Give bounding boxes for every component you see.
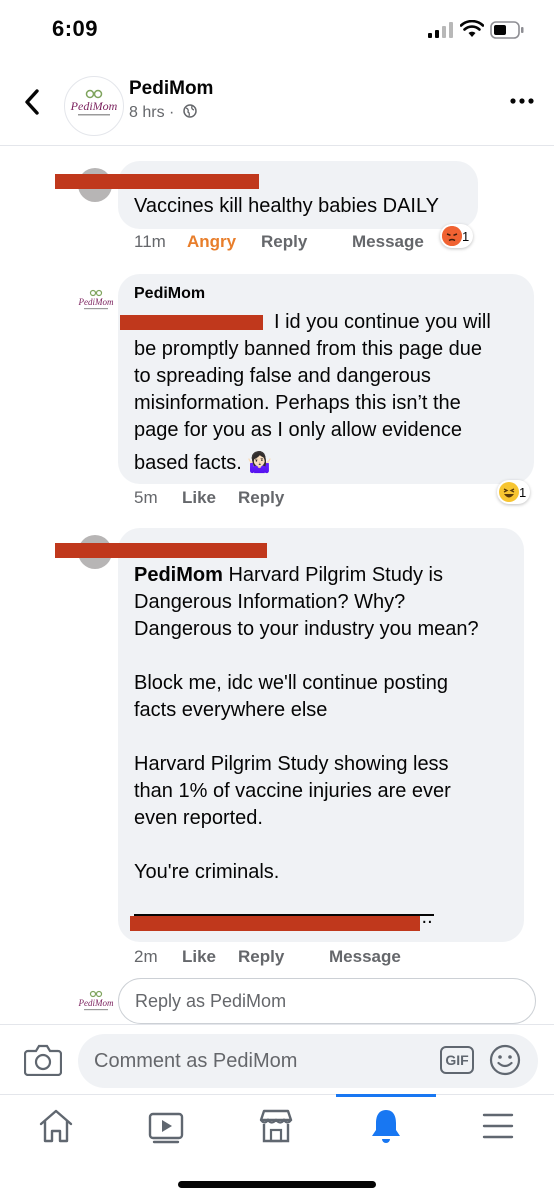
angry-reaction-button[interactable]: Angry <box>187 232 236 252</box>
reply-placeholder: Reply as PediMom <box>135 990 287 1011</box>
comment-time: 5m <box>134 488 158 507</box>
pedimom-logo: PediMom <box>70 89 118 116</box>
comment-time: 2m <box>134 947 158 966</box>
comment-line: facts everywhere else <box>134 699 328 721</box>
like-button[interactable]: Like <box>182 947 216 967</box>
marketplace-icon[interactable] <box>256 1106 296 1146</box>
composer-divider <box>0 1024 554 1025</box>
comment-actions: 2m Like Reply Message <box>134 947 534 971</box>
message-button[interactable]: Message <box>352 232 424 252</box>
home-indicator <box>178 1181 376 1188</box>
comment-line: based facts. 🤷🏻‍♀️ <box>134 452 273 474</box>
reaction-badge[interactable]: 1 <box>497 480 531 504</box>
notifications-bell-icon[interactable] <box>366 1106 406 1146</box>
comment-line: Harvard Pilgrim Study is <box>222 564 443 586</box>
wifi-icon <box>460 20 484 37</box>
comment-line: than 1% of vaccine injuries are ever <box>134 780 451 802</box>
like-button[interactable]: Like <box>182 488 216 508</box>
pedimom-small-avatar: PediMom <box>78 990 114 1011</box>
logo-text: PediMom <box>78 998 114 1008</box>
comment-time: 11m <box>134 232 166 251</box>
reply-button[interactable]: Reply <box>238 947 284 967</box>
comment-bubble: PediMom Harvard Pilgrim Study is Dangero… <box>118 528 524 942</box>
redaction-bar <box>55 543 267 558</box>
post-meta: 8 hrs · <box>129 104 197 122</box>
status-time: 6:09 <box>52 16 99 41</box>
more-options-icon[interactable] <box>510 98 534 104</box>
camera-icon[interactable] <box>24 1042 62 1076</box>
globe-icon <box>183 104 197 118</box>
comment-line: Block me, idc we'll continue posting <box>134 672 448 694</box>
comment-line: to spreading false and dangerous <box>134 365 431 387</box>
comment-bubble: PediMom I id you continue you will be pr… <box>118 274 534 484</box>
battery-icon <box>490 21 524 39</box>
comment-line: even reported. <box>134 807 263 829</box>
comment-author[interactable]: PediMom <box>134 285 205 303</box>
redaction-bar <box>120 315 263 330</box>
page-name[interactable]: PediMom <box>129 78 213 100</box>
comment-actions: 5m Like Reply <box>134 488 434 512</box>
home-icon[interactable] <box>36 1106 76 1146</box>
reply-input[interactable]: Reply as PediMom <box>118 978 536 1024</box>
back-arrow-icon[interactable] <box>22 88 42 116</box>
reply-button[interactable]: Reply <box>238 488 284 508</box>
comment-text: Vaccines kill healthy babies DAILY <box>134 195 439 217</box>
message-button[interactable]: Message <box>329 947 401 967</box>
comment-bubble: Vaccines kill healthy babies DAILY <box>118 161 478 229</box>
reaction-badge[interactable]: 1 <box>440 224 474 248</box>
post-time: 8 hrs · <box>129 104 175 121</box>
comment-line: misinformation. Perhaps this isn’t the <box>134 392 461 414</box>
emoji-icon[interactable] <box>489 1044 521 1076</box>
cellular-signal-icon <box>428 22 453 38</box>
comment-line: Dangerous Information? Why? <box>134 591 406 613</box>
active-tab-indicator <box>336 1094 436 1097</box>
comment-actions: 11m Angry Reply Message <box>134 232 534 256</box>
page-avatar[interactable]: PediMom <box>64 76 124 136</box>
redaction-bar <box>55 174 259 189</box>
comment-line: be promptly banned from this page due <box>134 338 482 360</box>
header-divider <box>0 145 554 146</box>
pedimom-small-avatar[interactable]: PediMom <box>78 287 114 317</box>
logo-text: PediMom <box>70 99 118 113</box>
comment-text: I id you continue you will be promptly b… <box>134 309 491 477</box>
comment-text: PediMom Harvard Pilgrim Study is Dangero… <box>134 562 479 886</box>
comment-line: You're criminals. <box>134 861 280 883</box>
reaction-count: 1 <box>519 484 527 500</box>
gif-button[interactable]: GIF <box>440 1046 474 1074</box>
laughing-emoji-icon <box>499 482 519 502</box>
comment-line: Harvard Pilgrim Study showing less <box>134 753 449 775</box>
comment-line: Dangerous to your industry you mean? <box>134 618 479 640</box>
tabbar-divider <box>0 1094 554 1095</box>
logo-text: PediMom <box>78 297 114 307</box>
reaction-count: 1 <box>462 228 470 244</box>
comment-placeholder: Comment as PediMom <box>94 1049 298 1072</box>
redaction-bar <box>130 916 420 931</box>
angry-emoji-icon <box>442 226 462 246</box>
menu-hamburger-icon[interactable] <box>478 1106 518 1146</box>
watch-video-icon[interactable] <box>146 1106 186 1146</box>
reply-button[interactable]: Reply <box>261 232 307 252</box>
comment-line: page for you as I only allow evidence <box>134 419 462 441</box>
mention-link[interactable]: PediMom <box>134 564 223 586</box>
